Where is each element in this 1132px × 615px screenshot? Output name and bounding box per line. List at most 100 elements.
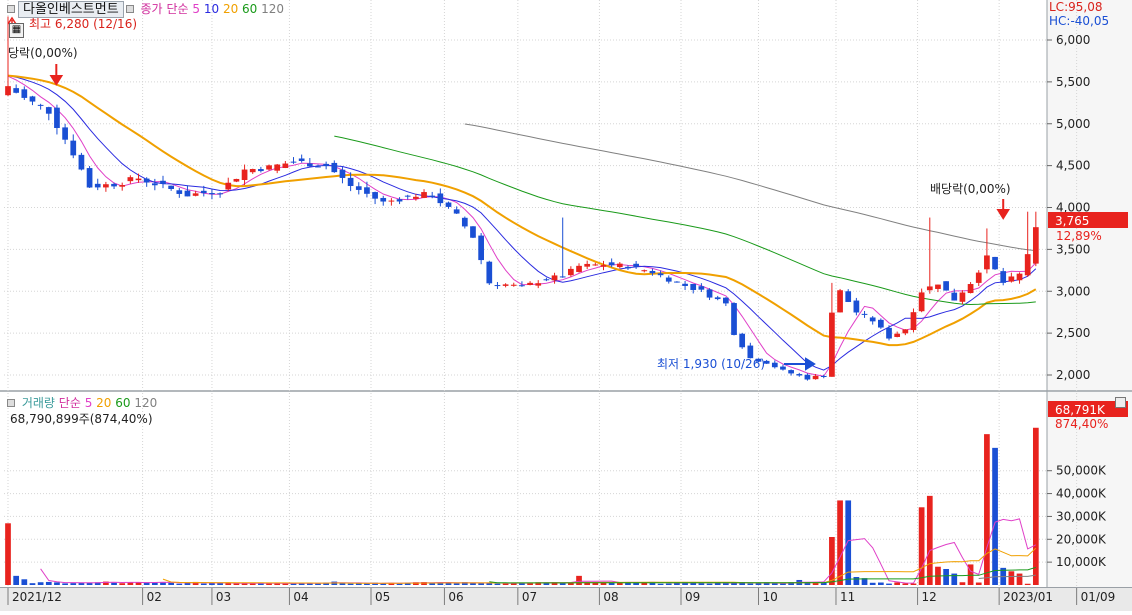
candle-body	[486, 261, 493, 284]
candle-body	[217, 193, 223, 195]
candle-body	[396, 199, 403, 202]
ma5-legend[interactable]: 5	[192, 2, 200, 16]
candle-body	[54, 107, 60, 128]
candle-body	[551, 275, 558, 281]
price-tick-label: 4,500	[1056, 159, 1090, 173]
vma60-legend[interactable]: 60	[115, 396, 130, 410]
candle-body	[282, 163, 289, 169]
calendar-icon[interactable]: ▦	[9, 23, 24, 38]
volume-bar	[657, 583, 664, 585]
last-price-change: 12,89%	[1056, 229, 1102, 243]
candle-body	[315, 166, 321, 168]
candle-body	[894, 333, 901, 337]
low-price-label: 최저 1,930 (10/26)	[657, 357, 765, 371]
candle-body	[380, 197, 387, 202]
volume-bar	[877, 582, 884, 585]
candle-body	[559, 276, 566, 278]
price-pane-header: 다올인베스트먼트 종가 단순 5 10 20 60 120	[5, 1, 284, 18]
price-tick-label: 2,000	[1056, 368, 1090, 382]
date-tick-label: 08	[603, 590, 618, 604]
candle-body	[372, 192, 378, 199]
date-tick-label: 02	[147, 590, 162, 604]
vma120-legend[interactable]: 120	[134, 396, 157, 410]
candle-body	[209, 193, 215, 195]
lc-value: LC:95,08	[1049, 0, 1103, 14]
ma120-legend[interactable]: 120	[261, 2, 284, 16]
volume-bar	[5, 523, 11, 585]
candle-body	[657, 273, 664, 276]
candle-body	[543, 279, 550, 281]
candle-body	[1000, 271, 1007, 283]
volume-pane-toggle-icon[interactable]	[7, 399, 15, 407]
stock-chart-window: 2021/12 02 03 04 05 06 07 08 09 10 11 12 2023/01 01/0…	[0, 0, 1132, 611]
volume-bar	[1032, 427, 1039, 585]
candle-body	[111, 183, 117, 187]
ma10-legend[interactable]: 10	[204, 2, 219, 16]
pane-toggle-icon[interactable]	[7, 5, 15, 13]
candle-body	[633, 263, 639, 267]
candle-body	[437, 193, 444, 204]
candle-body	[804, 374, 811, 380]
candle-body	[771, 362, 778, 368]
date-tick-label: 06	[448, 590, 463, 604]
ma60-legend[interactable]: 60	[242, 2, 257, 16]
candle-body	[935, 284, 941, 289]
volume-summary: 68,790,899주(874,40%)	[10, 412, 153, 426]
candle-body	[143, 178, 150, 183]
date-tick-label: 09	[685, 590, 700, 604]
candle-body	[845, 291, 852, 302]
candle-body	[649, 270, 656, 274]
price-tick-label: 5,000	[1056, 117, 1090, 131]
volume-bar	[1024, 583, 1031, 585]
volume-bar	[984, 434, 990, 585]
price-tick-label: 2,500	[1056, 326, 1090, 340]
candle-body	[877, 319, 884, 328]
volume-bar	[1008, 571, 1015, 585]
volume-bar	[54, 582, 60, 585]
price-tick-label: 3,500	[1056, 242, 1090, 256]
vma20-legend[interactable]: 20	[96, 396, 111, 410]
volume-bar	[992, 447, 998, 585]
ma20-legend[interactable]: 20	[223, 2, 238, 16]
chart-canvas[interactable]: 2021/12 02 03 04 05 06 07 08 09 10 11 12 2023/01 01/0…	[0, 0, 1132, 611]
volume-bar	[70, 583, 77, 585]
dividend-right-label: 배당락(0,00%)	[930, 182, 1011, 196]
volume-bar	[13, 575, 20, 585]
candle-body	[470, 226, 476, 238]
candle-body	[274, 164, 281, 171]
volume-tick-label: 50,000K	[1056, 464, 1107, 478]
volume-tick-label: 10,000K	[1056, 555, 1107, 569]
candle-body	[861, 313, 868, 315]
stock-name-button[interactable]: 다올인베스트먼트	[18, 1, 124, 18]
volume-bar	[119, 583, 126, 585]
price-tick-label: 6,000	[1056, 33, 1090, 47]
candle-body	[682, 283, 688, 286]
candle-body	[135, 178, 142, 181]
candle-body	[494, 285, 501, 287]
volume-tick-label: 40,000K	[1056, 487, 1107, 501]
volume-bar	[1016, 573, 1023, 585]
candle-body	[576, 265, 582, 272]
volume-bar	[771, 583, 778, 585]
volume-bar	[943, 569, 949, 585]
candle-body	[1024, 254, 1031, 276]
candle-body	[200, 190, 207, 194]
volume-bar	[111, 582, 117, 585]
volume-bar	[918, 507, 925, 585]
pane-menu-icon[interactable]	[125, 5, 134, 13]
volume-pane-expand-icon[interactable]	[1115, 397, 1126, 408]
candle-body	[731, 303, 737, 335]
candle-body	[625, 266, 631, 269]
vma5-legend[interactable]: 5	[85, 396, 93, 410]
candle-body	[984, 255, 990, 270]
candle-body	[478, 235, 484, 261]
candle-body	[853, 300, 860, 313]
candle-body	[404, 195, 411, 197]
high-price-label: 최고 6,280 (12/16)	[29, 17, 138, 31]
candle-body	[1016, 273, 1023, 281]
candle-body	[103, 184, 109, 188]
candle-body	[592, 264, 599, 266]
volume-bar	[853, 577, 860, 585]
candle-body	[413, 196, 419, 199]
volume-bar	[837, 500, 843, 585]
